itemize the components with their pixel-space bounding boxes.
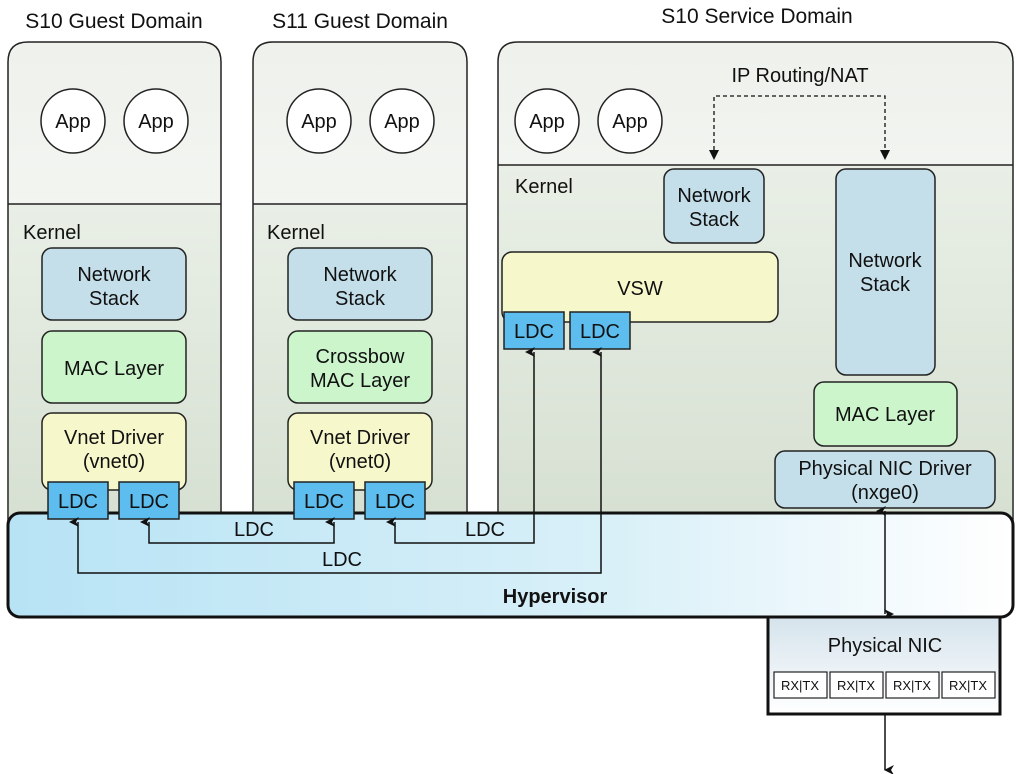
- network-stack-box: [835, 168, 936, 376]
- ldc-label: LDC: [129, 491, 169, 513]
- physical-nic-label: Physical NIC: [828, 635, 942, 657]
- kernel-label: Kernel: [23, 222, 81, 244]
- rx-tx-label: RX|TX: [893, 678, 931, 693]
- kernel-label: Kernel: [267, 222, 325, 244]
- kernel-label: Kernel: [515, 176, 573, 198]
- vsw-label: VSW: [617, 278, 663, 300]
- network-stack-label: Stack: [89, 288, 140, 310]
- vnet-driver-label: (vnet0): [329, 451, 391, 473]
- nic-driver-label: (nxge0): [851, 482, 919, 504]
- app-label: App: [612, 111, 648, 133]
- network-stack-label: Network: [848, 250, 922, 272]
- app-label: App: [301, 111, 337, 133]
- network-stack-label: Stack: [335, 288, 386, 310]
- network-stack-label: Stack: [860, 274, 911, 296]
- rx-tx-label: RX|TX: [837, 678, 875, 693]
- app-label: App: [138, 111, 174, 133]
- ldoms-network-diagram: S10 Guest Domain S11 Guest Domain S10 Se…: [6, 5, 1015, 774]
- mac-layer-label: MAC Layer: [64, 358, 164, 380]
- rx-tx-label: RX|TX: [781, 678, 819, 693]
- network-stack-label: Network: [323, 264, 397, 286]
- ldc-label: LDC: [58, 491, 98, 513]
- hypervisor-label: Hypervisor: [503, 586, 608, 608]
- vnet-driver-label: Vnet Driver: [64, 427, 164, 449]
- ip-routing-label: IP Routing/NAT: [731, 65, 868, 87]
- app-label: App: [529, 111, 565, 133]
- domain-title: S10 Guest Domain: [25, 10, 202, 33]
- app-label: App: [55, 111, 91, 133]
- network-stack-label: Network: [77, 264, 151, 286]
- ldc-link-label: LDC: [322, 549, 362, 571]
- ldc-link-label: LDC: [234, 519, 274, 541]
- ldc-label: LDC: [580, 321, 620, 343]
- ldc-link-label: LDC: [465, 519, 505, 541]
- rx-tx-label: RX|TX: [949, 678, 987, 693]
- vnet-driver-label: (vnet0): [83, 451, 145, 473]
- mac-layer-label: MAC Layer: [310, 370, 410, 392]
- network-stack-label: Stack: [689, 209, 740, 231]
- mac-layer-label: MAC Layer: [835, 404, 935, 426]
- network-stack-label: Network: [677, 185, 751, 207]
- ldc-label: LDC: [304, 491, 344, 513]
- ldc-label: LDC: [375, 491, 415, 513]
- ldc-label: LDC: [514, 321, 554, 343]
- domain-title: S11 Guest Domain: [272, 10, 448, 33]
- vnet-driver-label: Vnet Driver: [310, 427, 410, 449]
- physical-nic-box: [766, 615, 1002, 716]
- app-label: App: [384, 111, 420, 133]
- mac-layer-label: Crossbow: [316, 346, 405, 368]
- nic-driver-label: Physical NIC Driver: [798, 458, 972, 480]
- domain-title: S10 Service Domain: [661, 5, 852, 28]
